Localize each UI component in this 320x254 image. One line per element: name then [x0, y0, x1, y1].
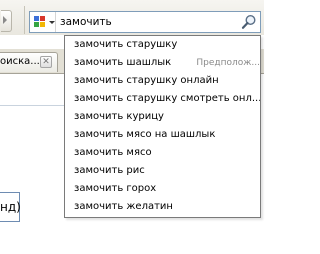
google-icon: [34, 16, 45, 27]
browser-toolbar: [0, 0, 264, 35]
search-suggestions-dropdown: замочить старушку замочить шашлык Предпол…: [64, 35, 261, 218]
tab-search[interactable]: оиска... ✕: [0, 52, 58, 72]
suggestion-item[interactable]: замочить горох: [65, 180, 260, 198]
tab-title: оиска...: [0, 56, 40, 67]
search-box: [29, 11, 261, 33]
search-engine-button[interactable]: [30, 12, 56, 32]
suggestion-hint: Предполож...: [193, 54, 260, 72]
page-text-fragment: нд): [0, 200, 21, 214]
suggestion-item[interactable]: замочить старушку смотреть онл...: [65, 90, 260, 108]
suggestion-item[interactable]: замочить мясо на шашлык: [65, 126, 260, 144]
suggestion-item[interactable]: замочить рис: [65, 162, 260, 180]
magnifier-icon[interactable]: [241, 14, 257, 30]
suggestion-item[interactable]: замочить курицу: [65, 108, 260, 126]
suggestion-item[interactable]: замочить шашлык Предполож...: [65, 54, 260, 72]
suggestion-item[interactable]: замочить старушку: [65, 36, 260, 54]
toolbar-separator: [24, 6, 25, 34]
suggestion-item[interactable]: замочить старушку онлайн: [65, 72, 260, 90]
close-icon[interactable]: ✕: [40, 56, 52, 68]
chevron-down-icon: [49, 21, 55, 24]
toolbar-overflow-button[interactable]: [1, 10, 12, 32]
suggestion-item[interactable]: замочить мясо: [65, 144, 260, 162]
suggestion-item[interactable]: замочить желатин: [65, 198, 260, 216]
page-divider: [0, 105, 70, 106]
search-input[interactable]: [60, 14, 230, 30]
